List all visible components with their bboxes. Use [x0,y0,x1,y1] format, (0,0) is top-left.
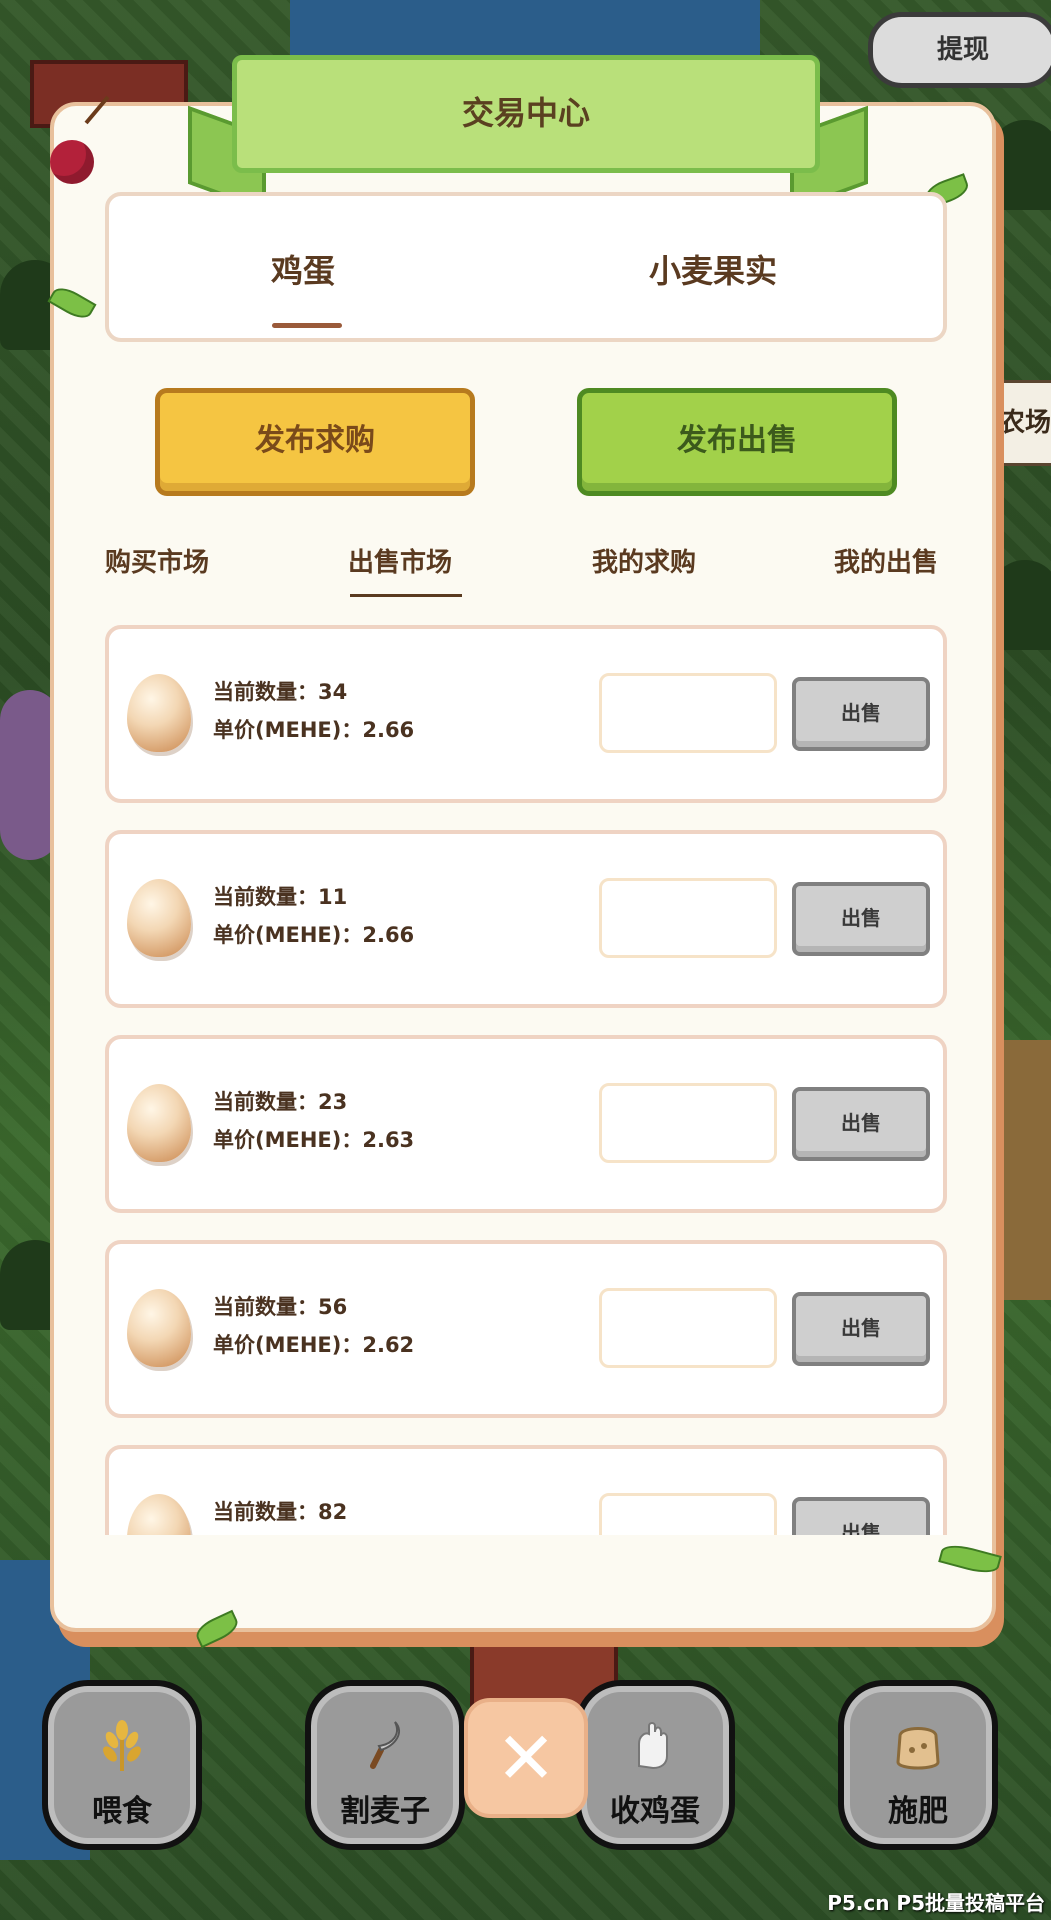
post-sell-offer-button[interactable]: 发布出售 [577,388,897,496]
egg-icon [127,674,191,752]
listing-card: 当前数量：56 单价(MEHE)：2.62 出售 [105,1240,947,1418]
listing-price: 单价(MEHE)：2.62 [213,1333,415,1357]
tab-eggs[interactable]: 鸡蛋 [271,246,335,292]
sell-button[interactable]: 出售 [792,1292,930,1366]
harvest-wheat-label: 割麦子 [340,1794,430,1829]
listing-card: 当前数量：82 出售 [105,1445,947,1535]
active-market-tab-indicator [350,594,462,597]
close-icon[interactable]: ✕ [464,1698,588,1818]
commodity-tabs: 鸡蛋 小麦果实 [105,192,947,342]
sell-quantity-input[interactable] [599,878,777,958]
listing-price: 单价(MEHE)：2.63 [213,1128,415,1152]
glove-icon [638,1722,668,1770]
sell-button[interactable]: 出售 [792,882,930,956]
listing-quantity: 当前数量：34 [213,680,348,704]
sell-quantity-input[interactable] [599,1288,777,1368]
panel-title: 交易中心 [232,55,820,173]
listing-quantity: 当前数量：56 [213,1295,348,1319]
egg-icon [127,1494,191,1535]
post-buy-request-button[interactable]: 发布求购 [155,388,475,496]
listing-price: 单价(MEHE)：2.66 [213,923,415,947]
fertilize-label: 施肥 [888,1794,948,1829]
listing-card: 当前数量：34 单价(MEHE)：2.66 出售 [105,625,947,803]
wheat-feed-icon [103,1720,141,1771]
harvest-wheat-button[interactable]: 割麦子 [305,1680,465,1850]
watermark: P5.cn P5批量投稿平台 [827,1891,1045,1915]
dirt-path [1001,1040,1051,1300]
sell-quantity-input[interactable] [599,673,777,753]
egg-icon [127,1289,191,1367]
listing-quantity: 当前数量：82 [213,1500,348,1524]
cherry-decoration [50,140,94,184]
sell-quantity-input[interactable] [599,1493,777,1535]
tab-buy-market[interactable]: 购买市场 [105,542,209,579]
listing-card: 当前数量：11 单价(MEHE)：2.66 出售 [105,830,947,1008]
egg-icon [127,1084,191,1162]
active-tab-indicator [272,323,342,328]
collect-eggs-label: 收鸡蛋 [610,1794,700,1829]
sell-button[interactable]: 出售 [792,677,930,751]
fertilizer-sack-icon [896,1727,940,1770]
sell-button[interactable]: 出售 [792,1087,930,1161]
listing-list[interactable]: 当前数量：34 单价(MEHE)：2.66 出售 当前数量：11 单价(MEHE… [105,625,947,1535]
listing-quantity: 当前数量：23 [213,1090,348,1114]
listing-card: 当前数量：23 单价(MEHE)：2.63 出售 [105,1035,947,1213]
feed-label: 喂食 [92,1794,152,1829]
fertilize-button[interactable]: 施肥 [838,1680,998,1850]
sell-quantity-input[interactable] [599,1083,777,1163]
tab-sell-market[interactable]: 出售市场 [348,542,452,579]
listing-quantity: 当前数量：11 [213,885,348,909]
feed-button[interactable]: 喂食 [42,1680,202,1850]
listing-price: 单价(MEHE)：2.66 [213,718,415,742]
egg-icon [127,879,191,957]
sickle-icon [370,1721,400,1769]
collect-eggs-button[interactable]: 收鸡蛋 [575,1680,735,1850]
tab-wheat-fruit[interactable]: 小麦果实 [649,246,777,292]
tab-my-requests[interactable]: 我的求购 [592,542,696,579]
tab-my-sales[interactable]: 我的出售 [834,542,938,579]
sell-button[interactable]: 出售 [792,1497,930,1535]
withdraw-button[interactable]: 提现 [868,12,1051,88]
